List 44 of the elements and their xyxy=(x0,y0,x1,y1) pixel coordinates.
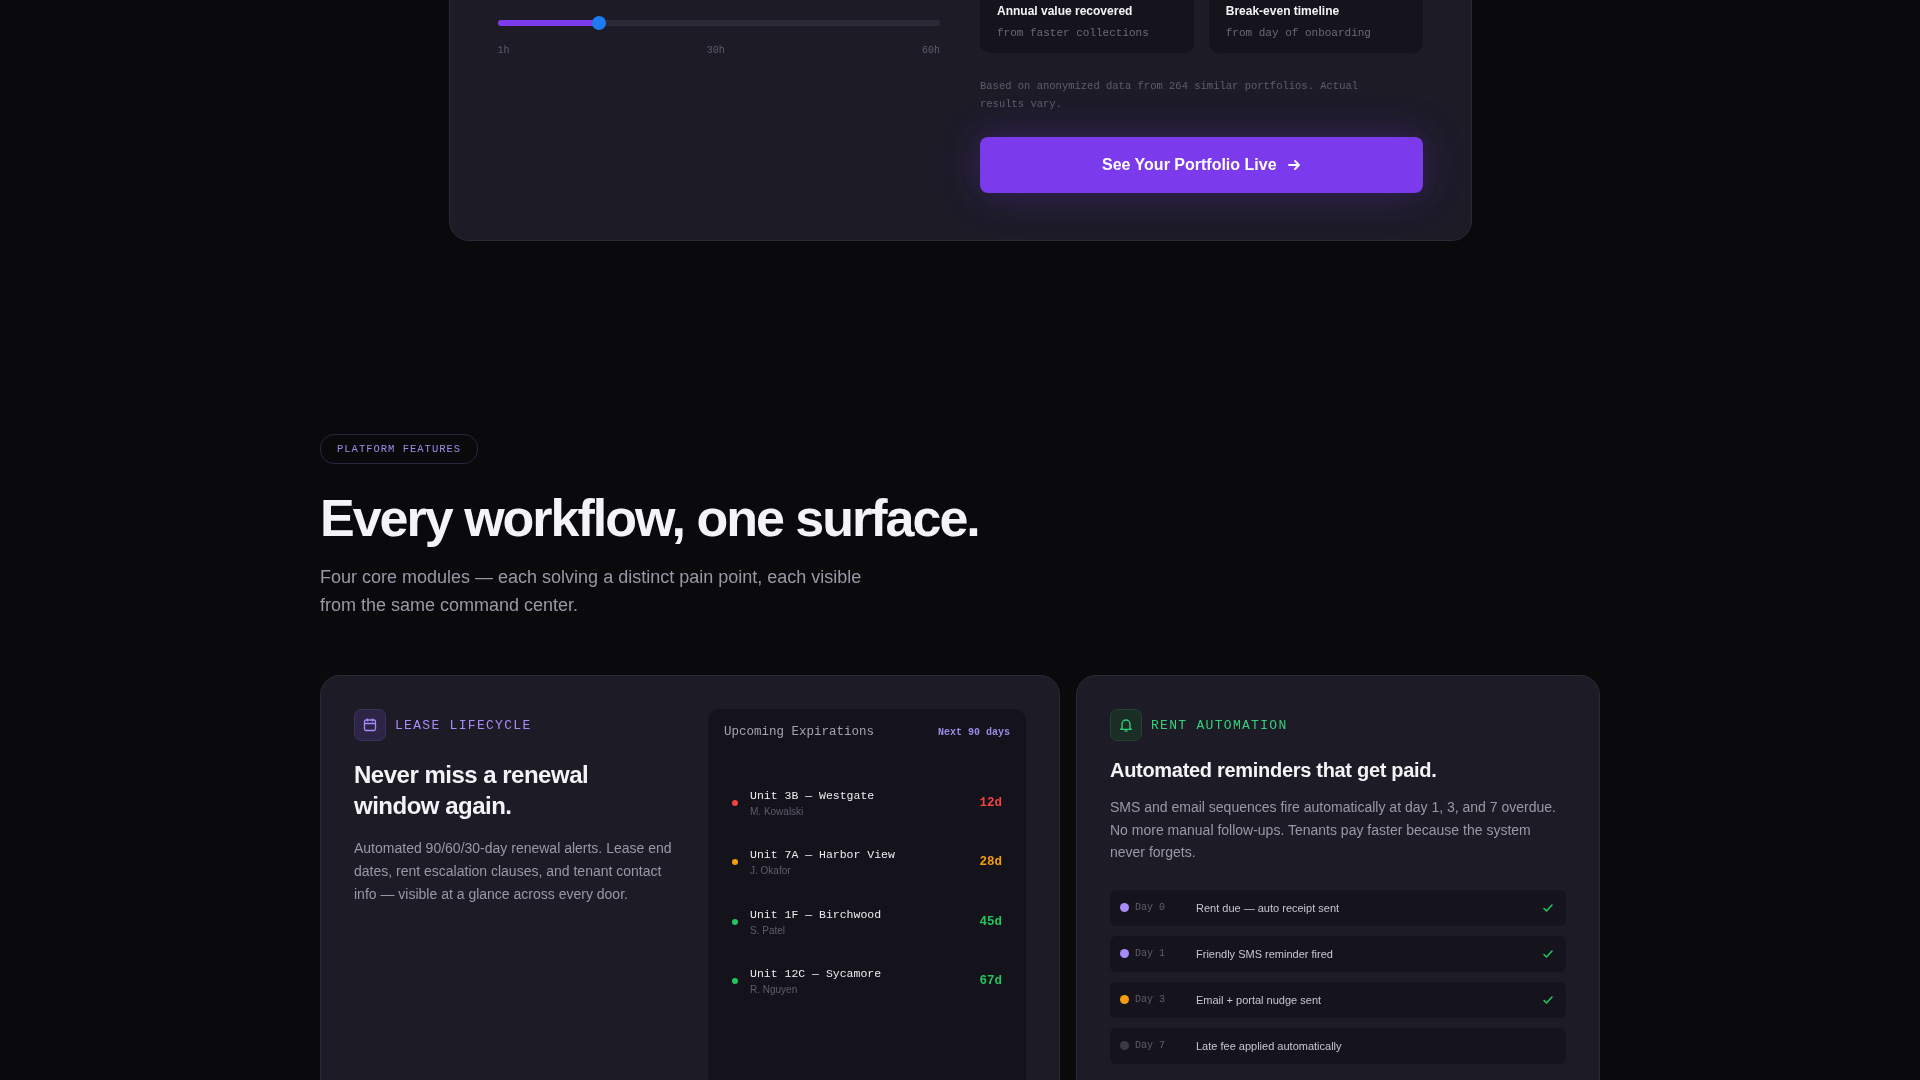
stat-caption: from faster collections xyxy=(997,27,1150,39)
arrow-right-icon xyxy=(1286,158,1301,172)
section-heading: Every workflow, one surface. xyxy=(320,490,980,548)
tick-label: 60h xyxy=(921,45,940,56)
reminder-text: Late fee applied automatically xyxy=(1196,1039,1343,1052)
slider-thumb[interactable] xyxy=(592,16,607,30)
tenant-name: J. Okafor xyxy=(750,865,792,877)
card-description: SMS and email sequences fire automatically at day 1, 3, and 7 overdue. No more manual follow-ups. Tenants pay faster because the system never forgets. xyxy=(1110,798,1557,863)
days-left: 12d xyxy=(979,795,1002,810)
day-label: Day 0 xyxy=(1135,902,1166,914)
tenant-name: R. Nguyen xyxy=(750,984,799,996)
card-description: Automated 90/60/30-day renewal alerts. Lease end dates, rent escalation clauses, and tenant contact info — visible at a glance across every door. xyxy=(354,839,672,905)
reminder-text: Friendly SMS reminder fired xyxy=(1196,947,1334,960)
day-label: Day 1 xyxy=(1135,948,1166,960)
stat-title: Break-even timeline xyxy=(1225,4,1341,18)
card-heading: Never miss a renewal window again. xyxy=(354,760,590,822)
tick-label: 1h xyxy=(497,45,510,56)
range-label: Next 90 days xyxy=(938,726,1010,738)
calendar-icon xyxy=(354,709,386,742)
unit-name: Unit 12C — Sycamore xyxy=(750,967,883,981)
day-label: Day 3 xyxy=(1135,994,1166,1006)
module-label: RENT AUTOMATION xyxy=(1151,717,1288,733)
section-tag: PLATFORM FEATURES xyxy=(320,434,479,464)
tick-label: 30h xyxy=(706,45,725,56)
unit-name: Unit 7A — Harbor View xyxy=(750,848,896,862)
reminder-text: Rent due — auto receipt sent xyxy=(1196,901,1341,914)
card-heading: Automated reminders that get paid. xyxy=(1110,759,1438,783)
day-label: Day 7 xyxy=(1135,1040,1166,1052)
unit-name: Unit 1F — Birchwood xyxy=(750,907,883,921)
days-left: 67d xyxy=(979,974,1002,989)
stat-caption: from day of onboarding xyxy=(1225,27,1372,39)
module-label: LEASE LIFECYCLE xyxy=(395,717,532,733)
unit-name: Unit 3B — Westgate xyxy=(750,788,876,802)
tenant-name: M. Kowalski xyxy=(750,805,805,817)
section-intro: Four core modules — each solving a distinct pain point, each visible from the same command center. xyxy=(320,566,863,618)
panel-title: Upcoming Expirations xyxy=(724,725,875,740)
bell-icon xyxy=(1110,709,1142,742)
reminder-text: Email + portal nudge sent xyxy=(1196,993,1323,1006)
days-left: 28d xyxy=(979,855,1002,870)
disclaimer-text: Based on anonymized data from 264 similar portfolios. Actual results vary. xyxy=(980,79,1360,112)
days-left: 45d xyxy=(979,914,1002,929)
stat-title: Annual value recovered xyxy=(997,4,1134,18)
portfolio-live-button[interactable]: See Your Portfolio Live xyxy=(980,137,1423,193)
tenant-name: S. Patel xyxy=(750,924,787,936)
